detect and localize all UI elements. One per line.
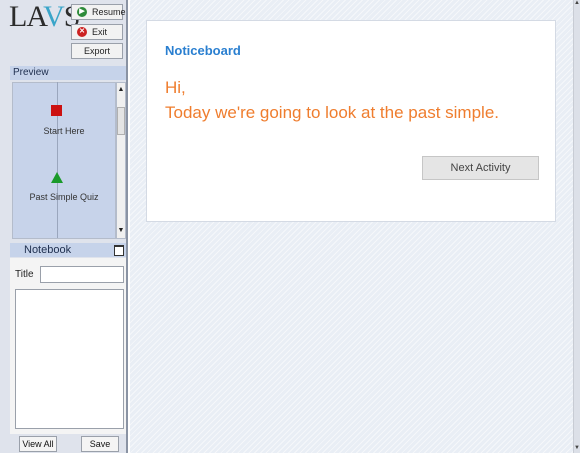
activity-label: Past Simple Quiz (29, 192, 99, 202)
noticeboard-card: Noticeboard Hi, Today we're going to loo… (146, 20, 556, 222)
notebook-header-label: Notebook (24, 244, 72, 256)
resume-icon: ▶ (77, 7, 87, 17)
exit-icon: ✕ (77, 27, 87, 37)
notebook-panel: Title (10, 258, 126, 434)
preview-scrollbar[interactable]: ▲ ▼ (116, 82, 126, 239)
scroll-down-icon[interactable]: ▼ (117, 226, 125, 236)
noticeboard-message: Hi, Today we're going to look at the pas… (165, 75, 499, 125)
resume-button[interactable]: ▶ Resume (71, 4, 126, 20)
scroll-up-icon[interactable]: ▲ (117, 85, 125, 95)
notebook-textarea[interactable] (15, 289, 124, 429)
logo-prefix: LA (9, 0, 44, 33)
title-label: Title (15, 269, 34, 280)
exit-label: Exit (92, 27, 108, 37)
logo-v: V (43, 0, 65, 33)
maximize-icon[interactable] (114, 245, 124, 256)
activity-label: Start Here (43, 126, 85, 136)
activity-past-simple-quiz[interactable]: Past Simple Quiz (12, 172, 116, 208)
save-button[interactable]: Save (81, 436, 119, 452)
scroll-up-icon[interactable]: ▲ (574, 0, 580, 8)
scroll-thumb[interactable] (117, 107, 125, 135)
export-button[interactable]: Export (71, 43, 123, 59)
main-scrollbar[interactable]: ▲ ▼ (573, 0, 580, 453)
next-activity-button[interactable]: Next Activity (422, 156, 539, 180)
notebook-header: Notebook (10, 243, 126, 257)
sidebar: LAVS ▶ Resume ✕ Exit Export Preview Star… (0, 0, 128, 453)
view-all-button[interactable]: View All (19, 436, 57, 452)
scroll-down-icon[interactable]: ▼ (574, 445, 580, 453)
title-input[interactable] (40, 266, 124, 283)
resume-label: Resume (92, 7, 126, 17)
green-triangle-icon (51, 172, 63, 183)
preview-header: Preview (10, 66, 126, 80)
activity-start-here[interactable]: Start Here (12, 105, 116, 143)
exit-button[interactable]: ✕ Exit (71, 24, 123, 40)
message-line-1: Hi, (165, 78, 186, 97)
lams-logo: LAVS (9, 0, 80, 33)
message-line-2: Today we're going to look at the past si… (165, 103, 499, 122)
export-label: Export (84, 46, 111, 56)
card-title: Noticeboard (165, 43, 241, 58)
red-square-icon (51, 105, 62, 116)
